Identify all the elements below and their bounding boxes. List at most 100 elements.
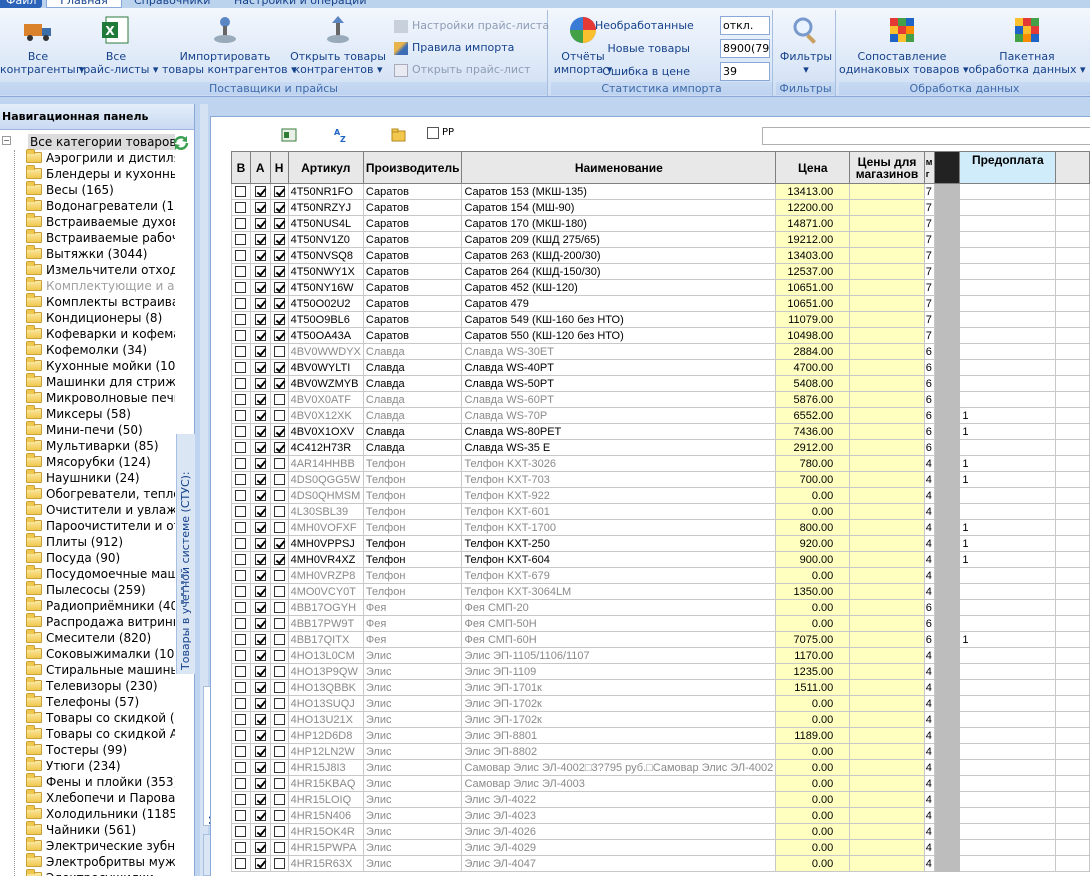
- tab-references[interactable]: Справочники: [128, 0, 216, 8]
- shop-price-cell[interactable]: [849, 631, 925, 648]
- table-row[interactable]: 4HO13U21X Элис Элис ЭП-1702к 0.00 4: [231, 711, 1090, 728]
- m-cell[interactable]: 6: [923, 439, 935, 456]
- v-checkbox[interactable]: [235, 250, 247, 262]
- n-checkbox[interactable]: [273, 794, 285, 806]
- all-pricelists-button[interactable]: X Все прайс-листы ▾: [76, 14, 158, 76]
- batch-processing-button[interactable]: Пакетная обработка данных ▾: [965, 14, 1089, 76]
- prepayment-cell[interactable]: [959, 439, 1057, 456]
- n-checkbox[interactable]: [273, 426, 285, 438]
- name-cell[interactable]: Фея СМП-60Н: [461, 631, 777, 648]
- shop-price-cell[interactable]: [849, 583, 925, 600]
- a-checkbox[interactable]: [254, 330, 266, 342]
- col-header-shop-prices[interactable]: Цены для магазинов: [849, 151, 925, 184]
- a-checkbox[interactable]: [254, 522, 266, 534]
- name-cell[interactable]: Саратов 264 (КШД-150/30): [461, 263, 777, 280]
- stat-price-error-value[interactable]: 39: [720, 62, 770, 81]
- v-checkbox[interactable]: [235, 554, 247, 566]
- name-cell[interactable]: Элис ЭП-8801: [461, 727, 777, 744]
- m-cell[interactable]: 4: [923, 487, 935, 504]
- m-cell[interactable]: 4: [923, 535, 935, 552]
- name-cell[interactable]: Фея СМП-20: [461, 599, 777, 616]
- name-cell[interactable]: Телфон KXT-3026: [461, 455, 777, 472]
- v-checkbox[interactable]: [235, 778, 247, 790]
- tree-item[interactable]: Миксеры (58): [26, 405, 131, 422]
- m-cell[interactable]: 6: [923, 359, 935, 376]
- table-row[interactable]: 4AR14HHBB Телфон Телфон KXT-3026 780.00 4 1: [231, 455, 1090, 472]
- a-checkbox[interactable]: [254, 234, 266, 246]
- manufacturer-cell[interactable]: Элис: [362, 855, 463, 872]
- stat-new-goods-value[interactable]: 8900(796: [720, 39, 770, 58]
- refresh-icon[interactable]: [172, 134, 190, 152]
- prepayment-cell[interactable]: [959, 391, 1057, 408]
- shop-price-cell[interactable]: [849, 279, 925, 296]
- table-row[interactable]: 4MH0VPPSJ Телфон Телфон KXT-250 920.00 4 1: [231, 535, 1090, 552]
- article-cell[interactable]: 4HR15KBAQ: [287, 775, 364, 792]
- shop-price-cell[interactable]: [849, 759, 925, 776]
- v-checkbox[interactable]: [235, 570, 247, 582]
- extra-cell[interactable]: [1055, 263, 1090, 280]
- a-checkbox[interactable]: [254, 762, 266, 774]
- price-cell[interactable]: 0.00: [775, 791, 851, 808]
- article-cell[interactable]: 4HR15PWPA: [287, 839, 364, 856]
- a-checkbox[interactable]: [254, 778, 266, 790]
- price-cell[interactable]: 13403.00: [775, 247, 851, 264]
- m-cell[interactable]: 4: [923, 519, 935, 536]
- article-cell[interactable]: 4HP12LN2W: [287, 743, 364, 760]
- name-cell[interactable]: Славда WS-40PT: [461, 359, 777, 376]
- a-checkbox[interactable]: [254, 490, 266, 502]
- tree-item[interactable]: Пароочистители и от: [26, 517, 175, 534]
- prepayment-cell[interactable]: [959, 727, 1057, 744]
- price-cell[interactable]: 0.00: [775, 823, 851, 840]
- table-row[interactable]: 4T50NR1FO Саратов Саратов 153 (МКШ-135) 134…: [231, 183, 1090, 200]
- n-checkbox[interactable]: [273, 842, 285, 854]
- n-checkbox[interactable]: [273, 682, 285, 694]
- v-checkbox[interactable]: [235, 202, 247, 214]
- a-checkbox[interactable]: [254, 266, 266, 278]
- shop-price-cell[interactable]: [849, 855, 925, 872]
- name-cell[interactable]: Славда WS-35 E: [461, 439, 777, 456]
- table-row[interactable]: 4BV0WYLTI Славда Славда WS-40PT 4700.00 6: [231, 359, 1090, 376]
- article-cell[interactable]: 4HO13L0CM: [287, 647, 364, 664]
- name-cell[interactable]: Элис ЭЛ-4047: [461, 855, 777, 872]
- name-cell[interactable]: Саратов 153 (МКШ-135): [461, 183, 777, 200]
- m-cell[interactable]: 4: [923, 807, 935, 824]
- m-cell[interactable]: 7: [923, 183, 935, 200]
- tree-item[interactable]: Электрические зубны: [26, 837, 175, 854]
- shop-price-cell[interactable]: [849, 247, 925, 264]
- open-goods-button[interactable]: Открыть товары контрагентов ▾: [290, 14, 386, 76]
- v-checkbox[interactable]: [235, 266, 247, 278]
- name-cell[interactable]: Славда WS-30ET: [461, 343, 777, 360]
- price-cell[interactable]: 1511.00: [775, 679, 851, 696]
- manufacturer-cell[interactable]: Элис: [362, 647, 463, 664]
- n-checkbox[interactable]: [273, 474, 285, 486]
- v-checkbox[interactable]: [235, 426, 247, 438]
- name-cell[interactable]: Телфон KXT-3064LM: [461, 583, 777, 600]
- tree-item[interactable]: Чайники (561): [26, 821, 136, 838]
- a-checkbox[interactable]: [254, 346, 266, 358]
- a-checkbox[interactable]: [254, 634, 266, 646]
- article-cell[interactable]: 4MH0VRZP8: [287, 567, 364, 584]
- manufacturer-cell[interactable]: Славда: [362, 359, 463, 376]
- v-checkbox[interactable]: [235, 218, 247, 230]
- a-checkbox[interactable]: [254, 746, 266, 758]
- prepayment-cell[interactable]: [959, 599, 1057, 616]
- n-checkbox[interactable]: [273, 538, 285, 550]
- m-cell[interactable]: 6: [923, 407, 935, 424]
- manufacturer-cell[interactable]: Саратов: [362, 327, 463, 344]
- manufacturer-cell[interactable]: Саратов: [362, 231, 463, 248]
- prepayment-cell[interactable]: [959, 695, 1057, 712]
- table-row[interactable]: 4HR15OK4R Элис Элис ЭЛ-4026 0.00 4: [231, 823, 1090, 840]
- m-cell[interactable]: 4: [923, 791, 935, 808]
- article-cell[interactable]: 4T50NUS4L: [287, 215, 364, 232]
- extra-cell[interactable]: [1055, 199, 1090, 216]
- tab-main[interactable]: Главная: [46, 0, 122, 8]
- prepayment-cell[interactable]: [959, 567, 1057, 584]
- extra-cell[interactable]: [1055, 327, 1090, 344]
- table-row[interactable]: 4T50NWY1X Саратов Саратов 264 (КШД-150/30)…: [231, 263, 1090, 280]
- m-cell[interactable]: 4: [923, 663, 935, 680]
- article-cell[interactable]: 4BV0X12XK: [287, 407, 364, 424]
- m-cell[interactable]: 6: [923, 615, 935, 632]
- prepayment-cell[interactable]: [959, 663, 1057, 680]
- shop-price-cell[interactable]: [849, 343, 925, 360]
- article-cell[interactable]: 4DS0QHMSM: [287, 487, 364, 504]
